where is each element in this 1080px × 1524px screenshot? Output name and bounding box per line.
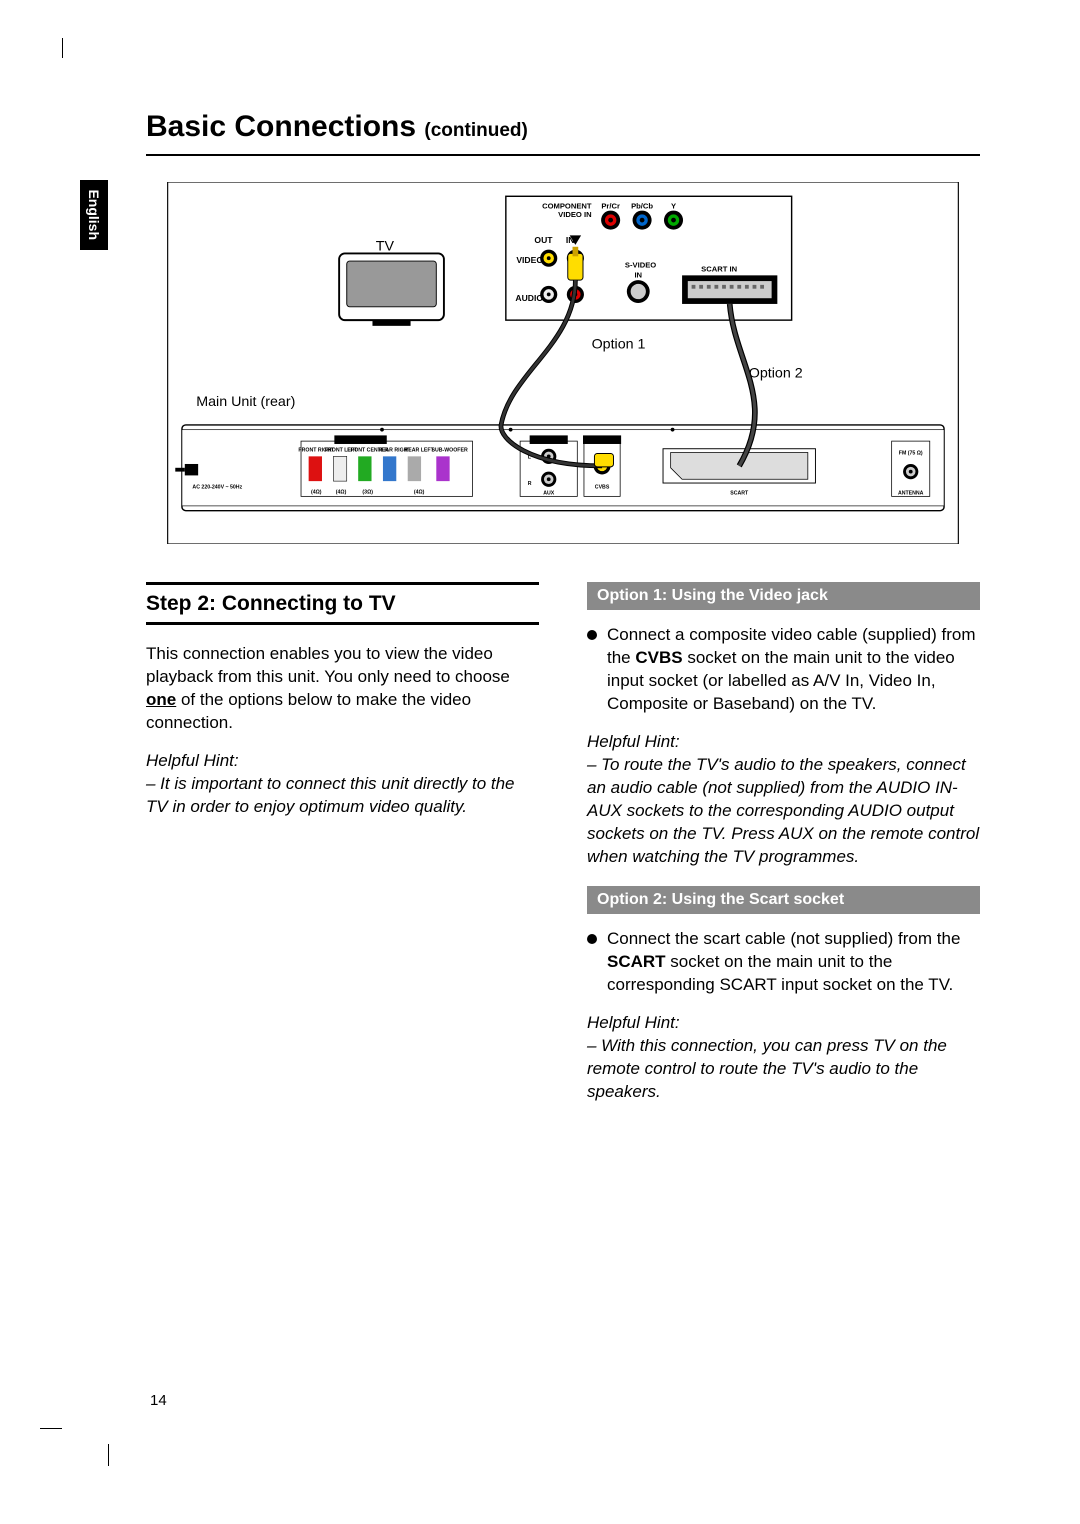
label-antenna: ANTENNA [898, 490, 924, 496]
intro-pre: This connection enables you to view the … [146, 644, 510, 686]
intro-underline: one [146, 690, 176, 709]
manual-page: English Basic Connections (continued) TV… [0, 0, 1080, 1524]
page-number: 14 [150, 1392, 167, 1409]
content-columns: Step 2: Connecting to TV This connection… [146, 582, 980, 1122]
option1-label: Option 1 [592, 337, 646, 353]
language-tab: English [80, 180, 108, 250]
tv-icon: TV [339, 239, 444, 326]
option1-heading: Option 1: Using the Video jack [587, 582, 980, 610]
hint-body: – With this connection, you can press TV… [587, 1035, 980, 1104]
label-video-in: VIDEO IN [558, 210, 591, 219]
label-svideo: S-VIDEO [625, 261, 656, 270]
label-scart-in: SCART IN [701, 265, 737, 274]
opt2-bold: SCART [607, 952, 666, 971]
option2-label: Option 2 [749, 365, 803, 381]
label-ohm3a: (3Ω) [362, 490, 373, 496]
connection-diagram: TV COMPONENT VIDEO IN Pr/Cr Pb/Cb Y OUT … [146, 174, 980, 554]
hint-body: – It is important to connect this unit d… [146, 773, 539, 819]
option1-bullet: Connect a composite video cable (supplie… [587, 624, 980, 716]
page-title: Basic Connections [146, 110, 424, 143]
opt1-bold: CVBS [635, 648, 682, 667]
label-cvbs: CVBS [595, 485, 610, 491]
intro-post: of the options below to make the video c… [146, 690, 471, 732]
page-title-continued: (continued) [424, 120, 527, 141]
label-ohm4b: (4Ω) [336, 490, 347, 496]
label-video-out: VIDEO OUT [588, 438, 618, 444]
main-unit-label: Main Unit (rear) [196, 394, 295, 410]
label-fm: FM (75 Ω) [899, 450, 923, 456]
option2-text: Connect the scart cable (not supplied) f… [607, 928, 980, 997]
label-pbcb: Pb/Cb [631, 202, 653, 211]
hint-label: Helpful Hint: [587, 732, 980, 752]
language-tab-label: English [86, 190, 102, 241]
label-audio-in: AUDIO IN [537, 438, 561, 444]
label-sw: SUB-WOOFER [432, 448, 468, 454]
option1-text: Connect a composite video cable (supplie… [607, 624, 980, 716]
label-scart: SCART [730, 490, 749, 496]
bullet-icon [587, 630, 597, 640]
crop-mark [40, 1428, 62, 1429]
option2-bullet: Connect the scart cable (not supplied) f… [587, 928, 980, 997]
label-out: OUT [534, 235, 553, 245]
label-prcr: Pr/Cr [601, 202, 620, 211]
label-speakers: SPEAKERS [346, 438, 375, 444]
hint-label: Helpful Hint: [146, 751, 539, 771]
label-sv-in: IN [634, 270, 642, 279]
label-r: R [528, 481, 532, 487]
bullet-icon [587, 934, 597, 944]
crop-mark [108, 1444, 109, 1466]
tv-label: TV [376, 239, 395, 255]
label-aux: AUX [543, 490, 555, 496]
title-row: Basic Connections (continued) [146, 110, 980, 156]
crop-mark [62, 38, 63, 58]
diagram-svg: TV COMPONENT VIDEO IN Pr/Cr Pb/Cb Y OUT … [146, 182, 980, 544]
label-ac: AC 220-240V ~ 50Hz [192, 485, 242, 491]
hint-body: – To route the TV's audio to the speaker… [587, 754, 980, 869]
option2-heading: Option 2: Using the Scart socket [587, 886, 980, 914]
main-unit-rear: AC 220-240V ~ 50Hz SPEAKERS FRONT RIGHT … [175, 425, 944, 511]
label-audio: AUDIO [515, 293, 543, 303]
tv-rear-panel: COMPONENT VIDEO IN Pr/Cr Pb/Cb Y OUT IN … [506, 196, 792, 320]
opt2-pre: Connect the scart cable (not supplied) f… [607, 929, 960, 948]
intro-paragraph: This connection enables you to view the … [146, 643, 539, 735]
step-heading-text: Step 2: Connecting to TV [146, 592, 396, 615]
right-column: Option 1: Using the Video jack Connect a… [587, 582, 980, 1122]
label-video: VIDEO [516, 255, 543, 265]
label-y: Y [671, 202, 676, 211]
label-ohm4c: (4Ω) [414, 490, 425, 496]
label-ohm4a: (4Ω) [311, 490, 322, 496]
left-column: Step 2: Connecting to TV This connection… [146, 582, 539, 1122]
hint-label: Helpful Hint: [587, 1013, 980, 1033]
step-heading: Step 2: Connecting to TV [146, 582, 539, 625]
label-rl: REAR LEFT [405, 448, 435, 454]
